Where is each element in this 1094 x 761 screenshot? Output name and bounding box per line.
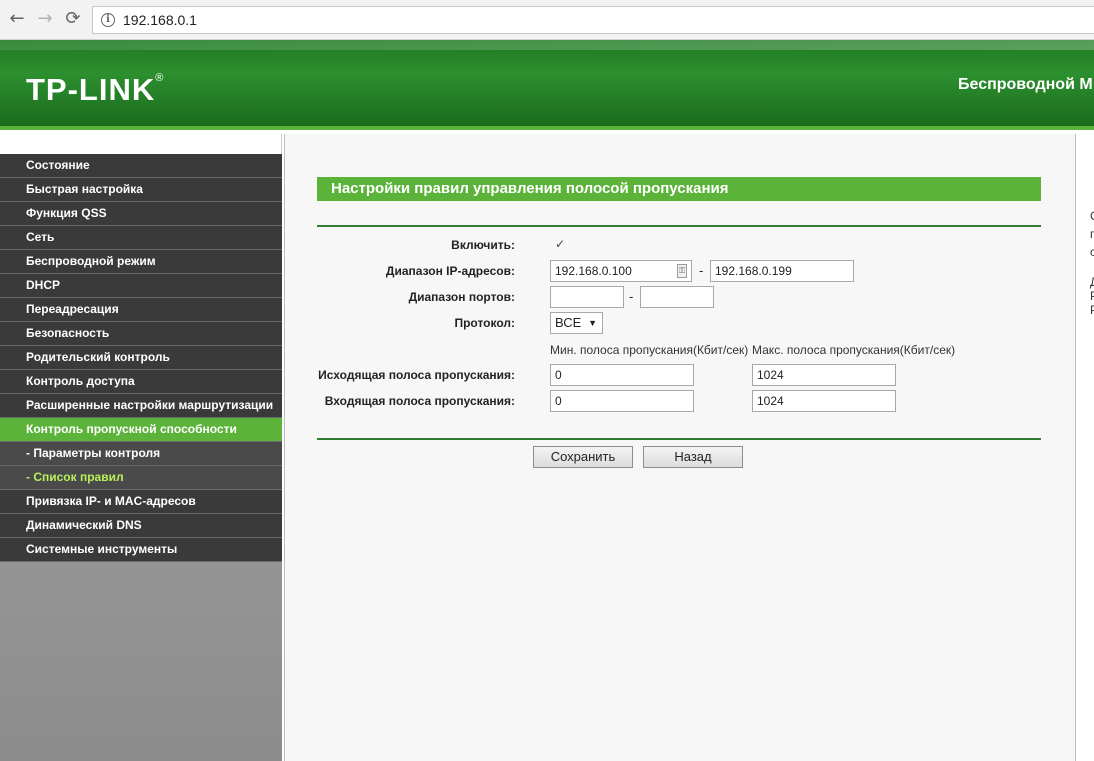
sidebar-item-control-settings[interactable]: - Параметры контроля xyxy=(0,442,282,466)
ip-start-input[interactable]: 192.168.0.100 ⚿ xyxy=(550,260,692,282)
main-content: Настройки правил управления полосой проп… xyxy=(284,134,1076,761)
sidebar-item-forwarding[interactable]: Переадресация xyxy=(0,298,282,322)
protocol-value: ВСЕ xyxy=(555,315,582,330)
ingress-label: Входящая полоса пропускания: xyxy=(324,394,515,408)
sidebar: Состояние Быстрая настройка Функция QSS … xyxy=(0,134,282,761)
url-text[interactable]: 192.168.0.1 xyxy=(123,12,197,28)
egress-min-input[interactable]: 0 xyxy=(550,364,694,386)
port-range-dash: - xyxy=(629,289,634,304)
sidebar-item-bandwidth-control[interactable]: Контроль пропускной способности xyxy=(0,418,282,442)
bottom-divider xyxy=(317,438,1041,440)
help-char: п xyxy=(1090,227,1094,241)
ingress-min-input[interactable]: 0 xyxy=(550,390,694,412)
enable-checkbox[interactable]: ✓ xyxy=(554,238,566,250)
forward-arrow-icon[interactable]: → xyxy=(34,8,56,30)
sidebar-item-ddns[interactable]: Динамический DNS xyxy=(0,514,282,538)
header-banner: TP-LINK® Беспроводной М xyxy=(0,40,1094,130)
banner-title: Беспроводной М xyxy=(958,76,1093,93)
sidebar-item-network[interactable]: Сеть xyxy=(0,226,282,250)
port-range-label: Диапазон портов: xyxy=(408,290,515,304)
save-button[interactable]: Сохранить xyxy=(533,446,633,468)
sidebar-item-advanced-routing[interactable]: Расширенные настройки маршрутизации xyxy=(0,394,282,418)
sidebar-item-system-tools[interactable]: Системные инструменты xyxy=(0,538,282,562)
sidebar-item-access-control[interactable]: Контроль доступа xyxy=(0,370,282,394)
reload-icon[interactable]: ⟳ xyxy=(62,8,84,30)
enable-label: Включить: xyxy=(451,238,515,252)
port-start-input[interactable] xyxy=(550,286,624,308)
min-bandwidth-header: Мин. полоса пропускания(Кбит/сек) xyxy=(550,343,749,357)
protocol-label: Протокол: xyxy=(454,316,515,330)
autofill-key-icon[interactable]: ⚿ xyxy=(677,264,687,278)
sidebar-item-rules-list[interactable]: - Список правил xyxy=(0,466,282,490)
tp-link-logo: TP-LINK® xyxy=(26,72,165,107)
sidebar-item-security[interactable]: Безопасность xyxy=(0,322,282,346)
dropdown-arrow-icon: ▼ xyxy=(588,318,597,328)
ip-start-value: 192.168.0.100 xyxy=(555,264,632,278)
sidebar-menu: Состояние Быстрая настройка Функция QSS … xyxy=(0,154,282,562)
ip-end-input[interactable]: 192.168.0.199 xyxy=(710,260,854,282)
sidebar-item-quick-setup[interactable]: Быстрая настройка xyxy=(0,178,282,202)
help-char: Д xyxy=(1090,275,1094,289)
sidebar-item-qss[interactable]: Функция QSS xyxy=(0,202,282,226)
egress-max-input[interactable]: 1024 xyxy=(752,364,896,386)
ingress-max-input[interactable]: 1024 xyxy=(752,390,896,412)
ip-range-label: Диапазон IP-адресов: xyxy=(385,264,515,278)
back-button[interactable]: Назад xyxy=(643,446,743,468)
protocol-select[interactable]: ВСЕ ▼ xyxy=(550,312,603,334)
sidebar-top-gap xyxy=(0,134,282,154)
egress-label: Исходящая полоса пропускания: xyxy=(318,368,515,382)
help-char: С xyxy=(1090,209,1094,223)
sidebar-item-status[interactable]: Состояние xyxy=(0,154,282,178)
ip-range-dash: - xyxy=(699,263,704,278)
page-title: Настройки правил управления полосой проп… xyxy=(317,177,1041,201)
sidebar-item-dhcp[interactable]: DHCP xyxy=(0,274,282,298)
info-icon[interactable]: i xyxy=(101,13,115,27)
port-end-input[interactable] xyxy=(640,286,714,308)
help-char: Р xyxy=(1090,303,1094,317)
help-panel: С п с Д Р Р xyxy=(1076,134,1094,761)
help-char: Р xyxy=(1090,289,1094,303)
max-bandwidth-header: Макс. полоса пропускания(Кбит/сек) xyxy=(752,343,956,357)
top-divider xyxy=(317,225,1041,227)
browser-toolbar: ← → ⟳ i 192.168.0.1 xyxy=(0,0,1094,40)
sidebar-item-wireless[interactable]: Беспроводной режим xyxy=(0,250,282,274)
address-bar[interactable]: i 192.168.0.1 xyxy=(92,6,1094,34)
back-arrow-icon[interactable]: ← xyxy=(6,8,28,30)
help-char: с xyxy=(1090,245,1094,259)
sidebar-item-parental-control[interactable]: Родительский контроль xyxy=(0,346,282,370)
sidebar-item-ip-mac-binding[interactable]: Привязка IP- и MAC-адресов xyxy=(0,490,282,514)
